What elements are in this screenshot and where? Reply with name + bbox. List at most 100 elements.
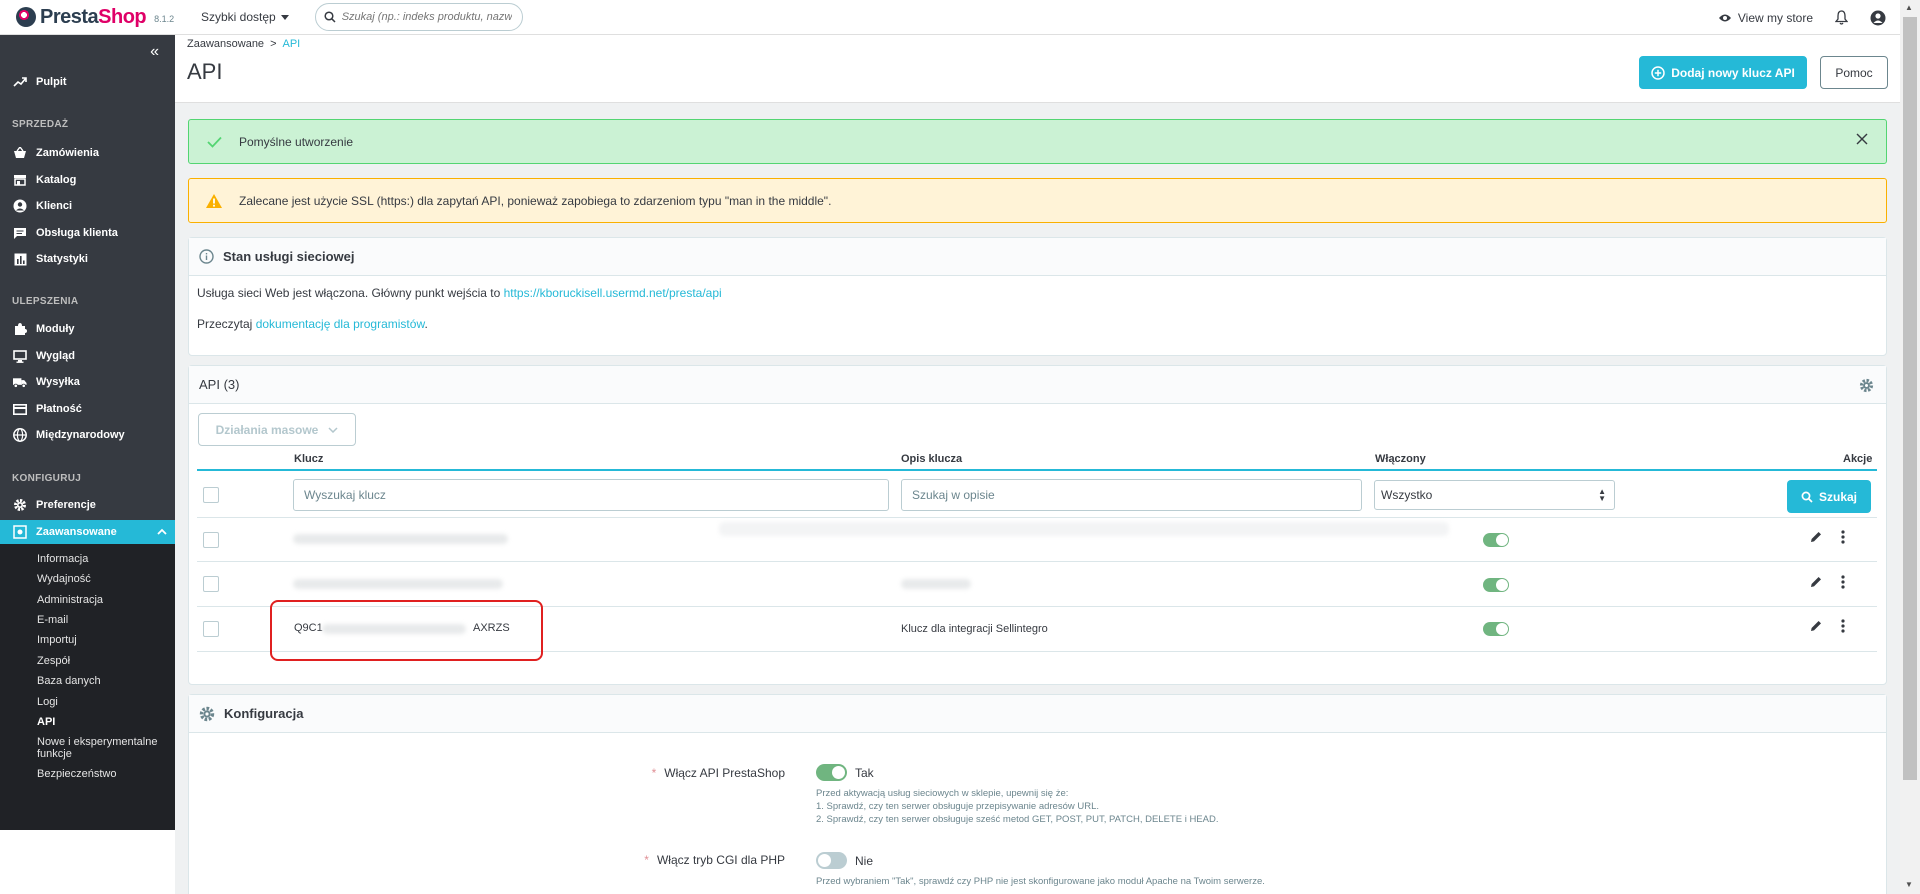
breadcrumb-current[interactable]: API: [283, 38, 301, 50]
sidebar-item-customers[interactable]: Klienci: [0, 194, 175, 218]
sidebar-item-dashboard[interactable]: Pulpit: [0, 70, 175, 94]
top-search[interactable]: [314, 3, 523, 31]
page-scrollbar[interactable]: ▲ ▼: [1900, 0, 1920, 894]
ssl-warning-alert: Zalecane jest użycie SSL (https:) dla za…: [188, 178, 1887, 223]
sidebar-item-modules[interactable]: Moduły: [0, 317, 175, 341]
sidebar-item-label: Obsługa klienta: [36, 227, 118, 239]
quick-access-dropdown[interactable]: Szybki dostęp: [201, 10, 289, 24]
bulk-actions-label: Działania masowe: [215, 422, 319, 437]
row-enabled-toggle[interactable]: [1483, 533, 1509, 547]
user-icon: [13, 199, 27, 213]
version-label: 8.1.2: [154, 14, 175, 24]
submenu-administration[interactable]: Administracja: [37, 594, 103, 606]
submenu-team[interactable]: Zespół: [37, 655, 70, 667]
scroll-up-icon[interactable]: ▲: [1905, 3, 1913, 12]
key-filter-input[interactable]: [293, 479, 889, 511]
prestashop-logo[interactable]: PrestaShop 8.1.2: [16, 6, 181, 29]
edit-pencil-icon[interactable]: [1809, 530, 1823, 544]
sidebar-item-payment[interactable]: Płatność: [0, 397, 175, 421]
top-search-input[interactable]: [341, 11, 512, 23]
sidebar-item-label: Wysyłka: [36, 376, 80, 388]
row-checkbox[interactable]: [203, 532, 219, 548]
search-icon: [1801, 491, 1813, 503]
help-line: 2. Sprawdź, czy ten serwer obsługuje sze…: [816, 814, 1219, 825]
cart-icon: [13, 146, 27, 160]
cgi-mode-help: Przed wybraniem "Tak", sprawdź czy PHP n…: [816, 876, 1265, 887]
add-api-key-button[interactable]: Dodaj nowy klucz API: [1639, 56, 1807, 89]
store-icon: [13, 173, 27, 187]
row-checkbox[interactable]: [203, 576, 219, 592]
cgi-mode-label: * Włącz tryb CGI dla PHP: [560, 853, 785, 867]
webservice-status-title: Stan usługi sieciowej: [223, 249, 355, 264]
redacted-area: [719, 522, 1449, 536]
globe-icon: [13, 428, 27, 442]
sidebar-item-orders[interactable]: Zamówienia: [0, 141, 175, 165]
row-checkbox[interactable]: [203, 621, 219, 637]
column-description[interactable]: Opis klucza: [901, 453, 962, 465]
row-enabled-toggle[interactable]: [1483, 622, 1509, 636]
breadcrumb-parent[interactable]: Zaawansowane: [187, 38, 264, 50]
sidebar-item-stats[interactable]: Statystyki: [0, 247, 175, 271]
sidebar-item-shipping[interactable]: Wysyłka: [0, 370, 175, 394]
developer-docs-link[interactable]: dokumentację dla programistów: [256, 317, 425, 331]
close-icon[interactable]: [1856, 132, 1868, 150]
chat-icon: [13, 226, 27, 240]
breadcrumb-separator: >: [270, 38, 277, 50]
cgi-mode-toggle[interactable]: [816, 852, 847, 869]
scroll-down-icon[interactable]: ▼: [1905, 880, 1913, 889]
configuration-title: Konfiguracja: [224, 706, 304, 721]
sidebar-item-label: Wygląd: [36, 350, 75, 362]
column-key[interactable]: Klucz: [294, 453, 323, 465]
row-enabled-toggle[interactable]: [1483, 578, 1509, 592]
section-sell: SPRZEDAŻ: [12, 119, 69, 130]
webservice-status-text: Usługa sieci Web jest włączona. Główny p…: [197, 286, 1886, 300]
more-vertical-icon[interactable]: [1841, 575, 1845, 589]
select-all-checkbox[interactable]: [203, 487, 219, 503]
submenu-information[interactable]: Informacja: [37, 553, 88, 565]
success-alert: Pomyślne utworzenie: [188, 119, 1887, 164]
sidebar-item-design[interactable]: Wygląd: [0, 344, 175, 368]
submenu-experimental[interactable]: Nowe i eksperymentalne: [37, 736, 157, 748]
account-icon[interactable]: [1870, 10, 1886, 26]
view-store-link[interactable]: View my store: [1718, 11, 1813, 25]
table-header-rule: [197, 469, 1877, 471]
collapse-sidebar-icon[interactable]: «: [150, 43, 159, 61]
sidebar-item-label: Klienci: [36, 200, 73, 212]
submenu-performance[interactable]: Wydajność: [37, 573, 91, 585]
submenu-email[interactable]: E-mail: [37, 614, 68, 626]
bulk-actions-dropdown[interactable]: Działania masowe: [198, 413, 356, 446]
more-vertical-icon[interactable]: [1841, 619, 1845, 633]
submenu-database[interactable]: Baza danych: [37, 675, 101, 687]
sidebar-item-preferences[interactable]: Preferencje: [0, 493, 175, 517]
edit-pencil-icon[interactable]: [1809, 575, 1823, 589]
table-settings-gear-icon[interactable]: [1859, 378, 1874, 393]
enable-api-help: Przed aktywacją usług sieciowych w sklep…: [816, 787, 1218, 826]
prestashop-logo-icon: [16, 7, 36, 27]
sidebar-item-customer-service[interactable]: Obsługa klienta: [0, 221, 175, 245]
warning-icon: [189, 193, 239, 209]
submenu-api[interactable]: API: [37, 716, 55, 728]
sidebar-item-advanced[interactable]: Zaawansowane: [0, 520, 175, 544]
description-filter-input[interactable]: [901, 479, 1362, 511]
chevron-up-icon: [157, 528, 167, 535]
sidebar-item-international[interactable]: Międzynarodowy: [0, 423, 175, 447]
bell-icon[interactable]: [1835, 10, 1848, 25]
enabled-filter-select[interactable]: Wszystko ▲ ▼: [1374, 480, 1615, 510]
submenu-logs[interactable]: Logi: [37, 696, 58, 708]
sidebar-item-catalog[interactable]: Katalog: [0, 168, 175, 192]
sidebar-item-label: Zaawansowane: [36, 526, 117, 538]
api-entry-link[interactable]: https://kboruckisell.usermd.net/presta/a…: [504, 286, 722, 300]
submenu-experimental-line2[interactable]: funkcje: [37, 748, 72, 760]
enable-api-toggle[interactable]: [816, 764, 847, 781]
edit-pencil-icon[interactable]: [1809, 619, 1823, 633]
scrollbar-thumb[interactable]: [1903, 17, 1917, 780]
row-rule: [197, 561, 1877, 562]
row-actions: [1809, 530, 1845, 544]
webservice-status-header: Stan usługi sieciowej: [189, 238, 1886, 276]
search-button[interactable]: Szukaj: [1787, 480, 1871, 513]
submenu-import[interactable]: Importuj: [37, 634, 77, 646]
submenu-security[interactable]: Bezpieczeństwo: [37, 768, 117, 780]
more-vertical-icon[interactable]: [1841, 530, 1845, 544]
help-button[interactable]: Pomoc: [1820, 56, 1888, 89]
column-enabled[interactable]: Włączony: [1375, 453, 1426, 465]
